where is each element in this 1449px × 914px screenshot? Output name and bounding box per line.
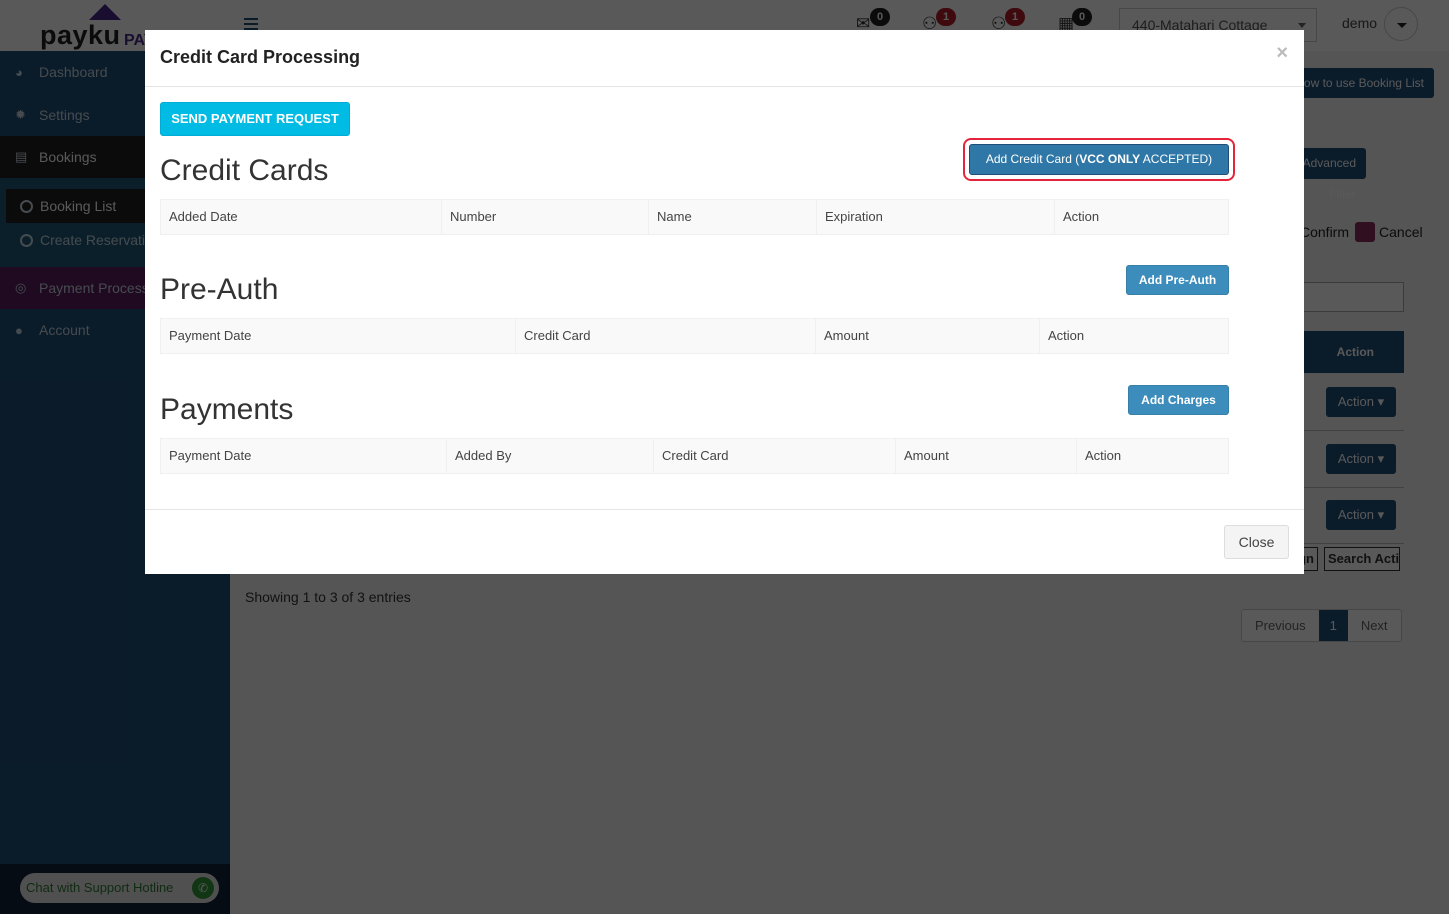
column-header[interactable]: Number <box>442 200 649 234</box>
send-payment-request-button[interactable]: SEND PAYMENT REQUEST <box>160 102 350 136</box>
column-header[interactable]: Name <box>649 200 817 234</box>
credit-cards-table-header: Added Date Number Name Expiration Action <box>160 199 1229 235</box>
column-header[interactable]: Payment Date <box>161 319 516 353</box>
column-header[interactable]: Action <box>1077 439 1228 473</box>
column-header[interactable]: Credit Card <box>654 439 896 473</box>
column-header[interactable]: Amount <box>816 319 1040 353</box>
modal-header: Credit Card Processing × <box>145 30 1304 87</box>
credit-card-processing-modal: Credit Card Processing × SEND PAYMENT RE… <box>145 30 1304 574</box>
add-charges-button[interactable]: Add Charges <box>1128 385 1229 415</box>
column-header[interactable]: Action <box>1055 200 1228 234</box>
pre-auth-heading: Pre-Auth <box>160 273 279 306</box>
column-header[interactable]: Payment Date <box>161 439 447 473</box>
close-button[interactable]: Close <box>1224 525 1289 559</box>
add-credit-card-label-suffix: ACCEPTED) <box>1140 152 1213 166</box>
add-pre-auth-button[interactable]: Add Pre-Auth <box>1126 265 1229 295</box>
column-header[interactable]: Amount <box>896 439 1077 473</box>
modal-footer: Close <box>145 509 1304 574</box>
credit-cards-heading: Credit Cards <box>160 154 329 187</box>
close-icon[interactable]: × <box>1276 42 1288 65</box>
column-header[interactable]: Added By <box>447 439 654 473</box>
modal-title: Credit Card Processing <box>160 47 361 67</box>
column-header[interactable]: Added Date <box>161 200 442 234</box>
pre-auth-table-header: Payment Date Credit Card Amount Action <box>160 318 1229 354</box>
add-credit-card-label: Add Credit Card ( <box>985 152 1080 166</box>
payments-table-header: Payment Date Added By Credit Card Amount… <box>160 438 1229 474</box>
column-header[interactable]: Expiration <box>817 200 1055 234</box>
column-header[interactable]: Action <box>1040 319 1228 353</box>
payments-heading: Payments <box>160 393 294 426</box>
add-credit-card-label-bold: VCC ONLY <box>1079 152 1141 166</box>
column-header[interactable]: Credit Card <box>516 319 816 353</box>
add-credit-card-button[interactable]: Add Credit Card (VCC ONLY ACCEPTED) <box>969 144 1229 175</box>
